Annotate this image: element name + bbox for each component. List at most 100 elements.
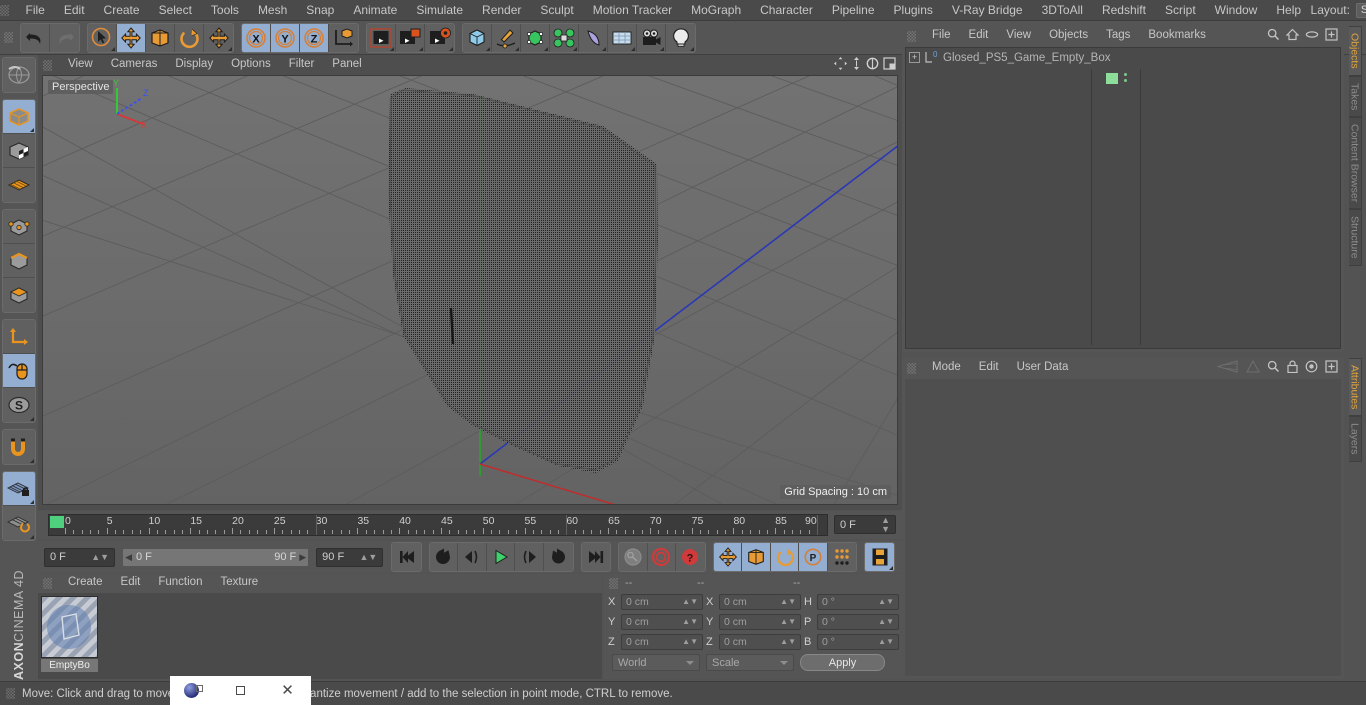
attributes-menu-mode[interactable]: Mode xyxy=(923,362,970,374)
cone-forward-icon[interactable] xyxy=(1246,359,1260,376)
lock-z-axis-button[interactable]: Z xyxy=(300,23,329,52)
position-key-button[interactable] xyxy=(713,543,743,571)
timeline-ruler[interactable]: 0 5 10 15 20 25 30 35 40 45 50 55 60 65 70 75 80 85 90 xyxy=(48,514,828,536)
side-tab-structure[interactable]: Structure xyxy=(1348,209,1362,266)
world-object-coordinate-button[interactable] xyxy=(329,23,358,52)
viewport-grip[interactable] xyxy=(43,59,52,71)
preview-start-field[interactable]: 0 F ▲▼ xyxy=(44,547,116,567)
menu-item-simulate[interactable]: Simulate xyxy=(407,4,473,16)
menu-item-file[interactable]: File xyxy=(16,4,54,16)
move-view-icon[interactable] xyxy=(834,57,847,73)
previous-frame-button[interactable] xyxy=(458,543,487,571)
add-light-button[interactable] xyxy=(666,23,695,52)
menu-item-edit[interactable]: Edit xyxy=(54,4,94,16)
menu-item-window[interactable]: Window xyxy=(1205,4,1267,16)
target-icon[interactable] xyxy=(1305,360,1318,376)
visibility-dot-render[interactable] xyxy=(1124,79,1127,82)
world-object-axis-button[interactable] xyxy=(3,320,35,354)
playhead-marker[interactable] xyxy=(50,516,64,528)
menu-item-sculpt[interactable]: Sculpt xyxy=(531,4,583,16)
render-view-button[interactable] xyxy=(367,23,396,52)
object-menu-file[interactable]: File xyxy=(923,30,960,42)
add-deformer-button[interactable] xyxy=(550,23,579,52)
lock-workplane-button[interactable] xyxy=(3,472,35,506)
redo-button[interactable] xyxy=(50,23,79,52)
menu-item-tools[interactable]: Tools xyxy=(201,4,248,16)
coordinate-system-dropdown[interactable]: World xyxy=(612,654,700,671)
rotation-key-button[interactable] xyxy=(770,543,800,571)
material-grip[interactable] xyxy=(43,577,52,589)
material-thumbnail[interactable] xyxy=(41,596,98,658)
polygon-mode-button[interactable] xyxy=(3,278,35,312)
layout-dropdown[interactable]: Startup xyxy=(1355,2,1366,18)
ellipse-icon[interactable] xyxy=(1305,28,1319,44)
menu-item-pipeline[interactable]: Pipeline xyxy=(822,4,884,16)
menu-item-render[interactable]: Render xyxy=(473,4,531,16)
planar-workplane-button[interactable] xyxy=(3,506,35,540)
stepper-icon[interactable]: ▲▼ xyxy=(682,618,698,626)
position-x-field[interactable]: 0 cm ▲▼ xyxy=(621,594,703,610)
side-tab-attributes[interactable]: Attributes xyxy=(1348,358,1362,417)
point-level-animation-button[interactable] xyxy=(827,543,857,571)
side-tab-takes[interactable]: Takes xyxy=(1348,75,1362,118)
material-menu-function[interactable]: Function xyxy=(149,577,211,589)
rotation-p-field[interactable]: 0 ° ▲▼ xyxy=(817,614,899,630)
stepper-icon[interactable]: ▲▼ xyxy=(780,638,796,646)
side-tab-objects[interactable]: Objects xyxy=(1348,26,1362,76)
object-visibility-swatch[interactable] xyxy=(1106,73,1118,84)
go-to-start-button[interactable] xyxy=(392,543,421,571)
add-generator-button[interactable] xyxy=(521,23,550,52)
attributes-menu-user-data[interactable]: User Data xyxy=(1008,362,1078,374)
add-cube-button[interactable] xyxy=(463,23,492,52)
apply-button[interactable]: Apply xyxy=(800,654,885,671)
menu-item-select[interactable]: Select xyxy=(149,4,201,16)
position-z-field[interactable]: 0 cm ▲▼ xyxy=(621,634,703,650)
object-grip[interactable] xyxy=(907,30,916,42)
menu-item-redshift[interactable]: Redshift xyxy=(1092,4,1155,16)
expand-icon[interactable]: + xyxy=(909,52,920,63)
viewport-solo-button[interactable] xyxy=(3,168,35,202)
menu-item-mograph[interactable]: MoGraph xyxy=(682,4,751,16)
preview-end-field[interactable]: 90 F ▲▼ xyxy=(316,547,384,567)
material-menu-texture[interactable]: Texture xyxy=(211,577,267,589)
stepper-icon[interactable]: ▲▼ xyxy=(682,638,698,646)
plus-box-icon[interactable] xyxy=(1325,360,1338,376)
rotate-view-icon[interactable] xyxy=(866,57,879,73)
menu-item-mesh[interactable]: Mesh xyxy=(248,4,296,16)
stepper-icon[interactable]: ▲▼ xyxy=(881,515,890,534)
stepper-icon[interactable]: ▲▼ xyxy=(359,552,377,562)
zoom-view-icon[interactable] xyxy=(851,57,862,73)
object-visibility-dots[interactable] xyxy=(1124,73,1127,82)
stepper-icon[interactable]: ▲▼ xyxy=(878,618,894,626)
side-tab-layers[interactable]: Layers xyxy=(1348,416,1362,462)
enable-snapping-button[interactable] xyxy=(3,354,35,388)
rotation-b-field[interactable]: 0 ° ▲▼ xyxy=(817,634,899,650)
menu-item-v-ray-bridge[interactable]: V-Ray Bridge xyxy=(942,4,1032,16)
add-spline-button[interactable] xyxy=(492,23,521,52)
cone-back-icon[interactable] xyxy=(1216,360,1239,376)
lock-y-axis-button[interactable]: Y xyxy=(271,23,300,52)
add-environment-button[interactable] xyxy=(608,23,637,52)
preview-range-slider[interactable]: ◀ 0 F 90 F ▶ xyxy=(122,547,310,567)
next-frame-button[interactable] xyxy=(515,543,545,571)
go-to-end-button[interactable] xyxy=(581,543,611,571)
maximize-window-icon[interactable] xyxy=(217,676,264,705)
menu-item-help[interactable]: Help xyxy=(1267,4,1311,16)
undo-button[interactable] xyxy=(21,23,50,52)
object-menu-edit[interactable]: Edit xyxy=(960,30,998,42)
range-right-arrow-icon[interactable]: ▶ xyxy=(299,552,306,563)
size-y-field[interactable]: 0 cm ▲▼ xyxy=(719,614,801,630)
viewport-menu-filter[interactable]: Filter xyxy=(280,59,324,71)
home-icon[interactable] xyxy=(1285,28,1300,44)
point-mode-button[interactable] xyxy=(3,210,35,244)
close-window-icon[interactable]: ✕ xyxy=(264,676,311,705)
menu-item-create[interactable]: Create xyxy=(94,4,149,16)
enable-axis-modification-button[interactable] xyxy=(3,134,35,168)
status-grip[interactable] xyxy=(6,688,15,699)
stepper-icon[interactable]: ▲▼ xyxy=(780,618,796,626)
menu-item-script[interactable]: Script xyxy=(1155,4,1205,16)
timeline-toggle-button[interactable] xyxy=(865,543,895,571)
soft-selection-button[interactable]: S xyxy=(3,388,35,422)
scale-key-button[interactable] xyxy=(742,543,771,571)
autokeying-button[interactable] xyxy=(647,543,677,571)
